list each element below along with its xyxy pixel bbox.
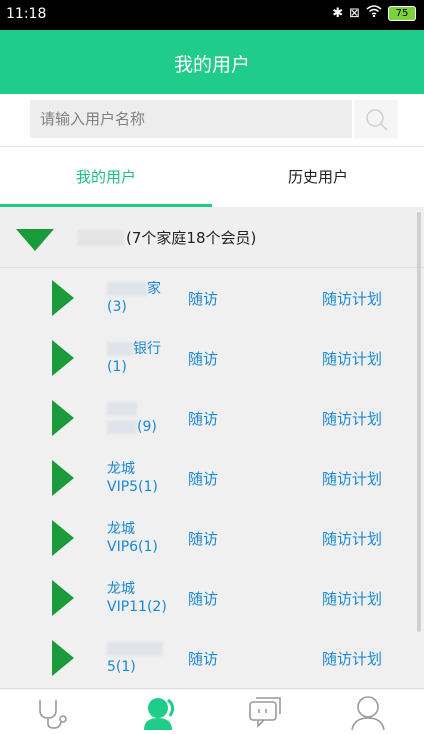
family-name: 龙城 VIP6(1) <box>107 520 183 556</box>
nav-item-users[interactable] <box>140 694 180 730</box>
expand-arrow-icon[interactable] <box>52 400 74 436</box>
visit-link[interactable]: 随访 <box>188 468 218 489</box>
redacted-text <box>107 282 147 296</box>
list-item[interactable]: 5(1) 随访 随访计划 <box>0 628 424 689</box>
list-item[interactable]: 龙城 VIP5(1) 随访 随访计划 <box>0 448 424 509</box>
search-input[interactable] <box>30 100 352 138</box>
redacted-text <box>107 420 137 434</box>
expand-arrow-icon[interactable] <box>52 340 74 376</box>
expand-arrow-icon[interactable] <box>52 280 74 316</box>
chat-icon <box>249 697 281 728</box>
expand-arrow-icon[interactable] <box>52 640 74 676</box>
list-item[interactable]: 家 (3) 随访 随访计划 <box>0 268 424 329</box>
nav-item-messages[interactable] <box>246 694 286 730</box>
tab-my-users[interactable]: 我的用户 <box>0 147 212 207</box>
visit-plan-link[interactable]: 随访计划 <box>322 588 382 609</box>
redacted-text <box>107 342 133 356</box>
status-icons: ✱ ⊠ 75 <box>332 5 416 21</box>
wifi-icon <box>366 5 382 21</box>
family-name: 龙城 VIP11(2) <box>107 580 183 616</box>
list-item[interactable]: 龙城 VIP11(2) 随访 随访计划 <box>0 568 424 629</box>
page-title: 我的用户 <box>173 54 250 76</box>
family-name-count: VIP11(2) <box>107 599 167 615</box>
status-time: 11:18 <box>6 6 47 22</box>
family-name: 家 (3) <box>107 280 183 316</box>
family-name-top: 家 <box>147 281 161 297</box>
group-header[interactable]: (7个家庭18个会员) <box>0 207 424 268</box>
family-name: 银行 (1) <box>107 340 183 376</box>
user-list: (7个家庭18个会员) 家 (3) 随访 随访计划 银行 (1) 随访 随访计划… <box>0 207 424 690</box>
group-summary: (7个家庭18个会员) <box>126 229 257 247</box>
redacted-text <box>107 402 137 416</box>
status-bar: 11:18 ✱ ⊠ 75 <box>0 0 424 30</box>
stethoscope-icon <box>39 700 67 729</box>
nav-item-diagnosis[interactable] <box>34 694 74 730</box>
visit-link[interactable]: 随访 <box>188 288 218 309</box>
search-icon <box>366 109 388 131</box>
battery-icon: 75 <box>388 5 416 21</box>
family-name: 龙城 VIP5(1) <box>107 460 183 496</box>
bottom-nav <box>0 690 424 733</box>
family-name-top: 龙城 <box>107 521 135 537</box>
family-name-top: 龙城 <box>107 461 135 477</box>
tab-history-users[interactable]: 历史用户 <box>212 147 424 207</box>
expand-arrow-icon[interactable] <box>52 580 74 616</box>
family-name-count: (3) <box>107 299 127 315</box>
visit-link[interactable]: 随访 <box>188 648 218 669</box>
family-name-count: VIP6(1) <box>107 539 158 555</box>
users-icon <box>144 698 175 730</box>
list-item[interactable]: (9) 随访 随访计划 <box>0 388 424 449</box>
sim-icon: ⊠ <box>349 5 360 21</box>
visit-link[interactable]: 随访 <box>188 588 218 609</box>
group-name-redacted <box>78 230 124 246</box>
title-bar: 我的用户 <box>0 30 424 94</box>
family-name-count: (1) <box>107 359 127 375</box>
visit-link[interactable]: 随访 <box>188 408 218 429</box>
search-button[interactable] <box>354 100 398 138</box>
family-name-count: (9) <box>137 419 157 435</box>
list-item[interactable]: 银行 (1) 随访 随访计划 <box>0 328 424 389</box>
list-item[interactable]: 龙城 VIP6(1) 随访 随访计划 <box>0 508 424 569</box>
bluetooth-icon: ✱ <box>332 5 344 21</box>
family-name-count: 5(1) <box>107 659 136 675</box>
visit-link[interactable]: 随访 <box>188 528 218 549</box>
profile-icon <box>351 696 385 731</box>
visit-link[interactable]: 随访 <box>188 348 218 369</box>
search-bar <box>0 94 424 146</box>
redacted-text <box>107 642 163 656</box>
visit-plan-link[interactable]: 随访计划 <box>322 288 382 309</box>
family-name: 5(1) <box>107 640 183 676</box>
expand-arrow-icon[interactable] <box>52 520 74 556</box>
nav-item-profile[interactable] <box>348 694 388 731</box>
list-scrollbar[interactable] <box>417 212 421 632</box>
family-name-top: 银行 <box>133 341 161 357</box>
visit-plan-link[interactable]: 随访计划 <box>322 408 382 429</box>
family-name-top: 龙城 <box>107 581 135 597</box>
family-name: (9) <box>107 400 183 436</box>
visit-plan-link[interactable]: 随访计划 <box>322 468 382 489</box>
expand-arrow-icon[interactable] <box>52 460 74 496</box>
family-name-count: VIP5(1) <box>107 479 158 495</box>
collapse-arrow-icon[interactable] <box>16 229 54 251</box>
visit-plan-link[interactable]: 随访计划 <box>322 648 382 669</box>
visit-plan-link[interactable]: 随访计划 <box>322 528 382 549</box>
tab-bar: 我的用户 历史用户 <box>0 146 424 207</box>
visit-plan-link[interactable]: 随访计划 <box>322 348 382 369</box>
